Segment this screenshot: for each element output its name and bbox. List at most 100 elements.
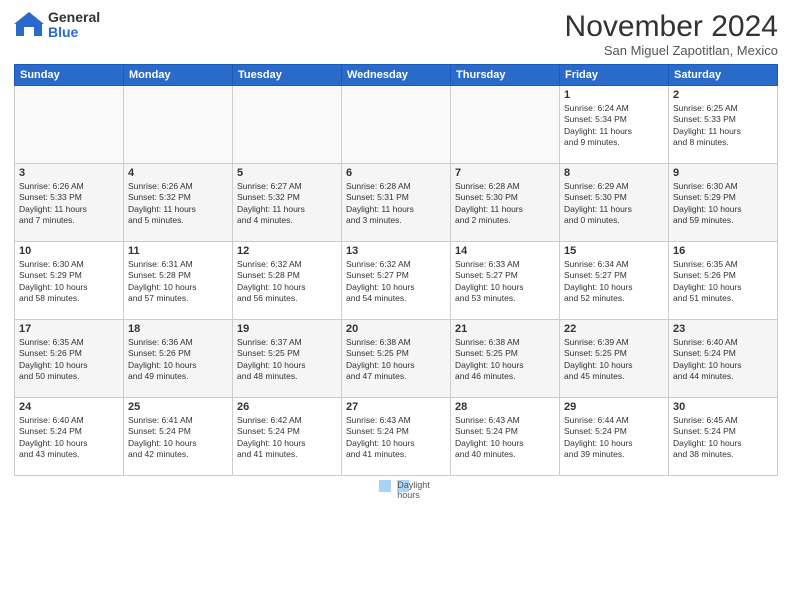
col-wednesday: Wednesday: [342, 65, 451, 86]
day-info: Sunrise: 6:45 AM Sunset: 5:24 PM Dayligh…: [673, 415, 773, 461]
day-info: Sunrise: 6:42 AM Sunset: 5:24 PM Dayligh…: [237, 415, 337, 461]
logo-general-text: General: [48, 10, 100, 25]
day-info: Sunrise: 6:29 AM Sunset: 5:30 PM Dayligh…: [564, 181, 664, 227]
table-row: 8 Sunrise: 6:29 AM Sunset: 5:30 PM Daylig…: [560, 164, 669, 242]
table-row: 18Sunrise: 6:36 AM Sunset: 5:26 PM Dayli…: [124, 320, 233, 398]
table-row: 15Sunrise: 6:34 AM Sunset: 5:27 PM Dayli…: [560, 242, 669, 320]
day-info: Sunrise: 6:43 AM Sunset: 5:24 PM Dayligh…: [346, 415, 446, 461]
day-info: Sunrise: 6:44 AM Sunset: 5:24 PM Dayligh…: [564, 415, 664, 461]
day-number: 8: [564, 167, 664, 179]
day-info: Sunrise: 6:28 AM Sunset: 5:31 PM Dayligh…: [346, 181, 446, 227]
month-title: November 2024: [565, 10, 778, 43]
day-number: 6: [346, 167, 446, 179]
logo-text: General Blue: [48, 10, 100, 41]
day-number: 19: [237, 323, 337, 335]
col-thursday: Thursday: [451, 65, 560, 86]
table-row: 10 Sunrise: 6:30 AM Sunset: 5:29 PM Dayli…: [15, 242, 124, 320]
logo-icon: [14, 10, 44, 40]
day-number: 22: [564, 323, 664, 335]
day-number: 28: [455, 401, 555, 413]
table-row: 27 Sunrise: 6:43 AM Sunset: 5:24 PM Dayli…: [342, 398, 451, 476]
calendar-week-row: 10 Sunrise: 6:30 AM Sunset: 5:29 PM Dayli…: [15, 242, 778, 320]
col-monday: Monday: [124, 65, 233, 86]
table-row: 3 Sunrise: 6:26 AM Sunset: 5:33 PM Daylig…: [15, 164, 124, 242]
day-info: Sunrise: 6:30 AM Sunset: 5:29 PM Dayligh…: [19, 259, 119, 305]
day-number: 25: [128, 401, 228, 413]
col-sunday: Sunday: [15, 65, 124, 86]
table-row: [451, 86, 560, 164]
table-row: 16Sunrise: 6:35 AM Sunset: 5:26 PM Dayli…: [669, 242, 778, 320]
table-row: 23 Sunrise: 6:40 AM Sunset: 5:24 PM Dayli…: [669, 320, 778, 398]
day-number: 15: [564, 245, 664, 257]
table-row: 20Sunrise: 6:38 AM Sunset: 5:25 PM Dayli…: [342, 320, 451, 398]
table-row: [124, 86, 233, 164]
title-block: November 2024 San Miguel Zapotitlan, Mex…: [565, 10, 778, 58]
col-saturday: Saturday: [669, 65, 778, 86]
calendar-table: Sunday Monday Tuesday Wednesday Thursday…: [14, 64, 778, 476]
day-info: Sunrise: 6:28 AM Sunset: 5:30 PM Dayligh…: [455, 181, 555, 227]
calendar-header-row: Sunday Monday Tuesday Wednesday Thursday…: [15, 65, 778, 86]
day-number: 1: [564, 89, 664, 101]
table-row: 22Sunrise: 6:39 AM Sunset: 5:25 PM Dayli…: [560, 320, 669, 398]
legend-text: Daylight hours: [397, 480, 409, 492]
day-number: 30: [673, 401, 773, 413]
table-row: 29 Sunrise: 6:44 AM Sunset: 5:24 PM Dayli…: [560, 398, 669, 476]
day-info: Sunrise: 6:26 AM Sunset: 5:32 PM Dayligh…: [128, 181, 228, 227]
day-number: 14: [455, 245, 555, 257]
day-info: Sunrise: 6:32 AM Sunset: 5:27 PM Dayligh…: [346, 259, 446, 305]
table-row: 25Sunrise: 6:41 AM Sunset: 5:24 PM Dayli…: [124, 398, 233, 476]
day-info: Sunrise: 6:40 AM Sunset: 5:24 PM Dayligh…: [673, 337, 773, 383]
day-info: Sunrise: 6:24 AM Sunset: 5:34 PM Dayligh…: [564, 103, 664, 149]
day-info: Sunrise: 6:26 AM Sunset: 5:33 PM Dayligh…: [19, 181, 119, 227]
table-row: 6 Sunrise: 6:28 AM Sunset: 5:31 PM Daylig…: [342, 164, 451, 242]
table-row: 7 Sunrise: 6:28 AM Sunset: 5:30 PM Daylig…: [451, 164, 560, 242]
table-row: [15, 86, 124, 164]
table-row: 14 Sunrise: 6:33 AM Sunset: 5:27 PM Dayli…: [451, 242, 560, 320]
table-row: 30 Sunrise: 6:45 AM Sunset: 5:24 PM Dayli…: [669, 398, 778, 476]
table-row: 13Sunrise: 6:32 AM Sunset: 5:27 PM Dayli…: [342, 242, 451, 320]
day-info: Sunrise: 6:40 AM Sunset: 5:24 PM Dayligh…: [19, 415, 119, 461]
day-number: 10: [19, 245, 119, 257]
day-info: Sunrise: 6:36 AM Sunset: 5:26 PM Dayligh…: [128, 337, 228, 383]
day-number: 29: [564, 401, 664, 413]
col-tuesday: Tuesday: [233, 65, 342, 86]
day-number: 17: [19, 323, 119, 335]
day-number: 23: [673, 323, 773, 335]
day-number: 9: [673, 167, 773, 179]
day-number: 20: [346, 323, 446, 335]
day-info: Sunrise: 6:27 AM Sunset: 5:32 PM Dayligh…: [237, 181, 337, 227]
day-number: 26: [237, 401, 337, 413]
day-info: Sunrise: 6:31 AM Sunset: 5:28 PM Dayligh…: [128, 259, 228, 305]
page: General Blue November 2024 San Miguel Za…: [0, 0, 792, 612]
table-row: 5Sunrise: 6:27 AM Sunset: 5:32 PM Daylig…: [233, 164, 342, 242]
day-number: 2: [673, 89, 773, 101]
table-row: 28 Sunrise: 6:43 AM Sunset: 5:24 PM Dayli…: [451, 398, 560, 476]
day-number: 16: [673, 245, 773, 257]
day-info: Sunrise: 6:30 AM Sunset: 5:29 PM Dayligh…: [673, 181, 773, 227]
table-row: 2 Sunrise: 6:25 AM Sunset: 5:33 PM Daylig…: [669, 86, 778, 164]
day-number: 7: [455, 167, 555, 179]
day-number: 12: [237, 245, 337, 257]
table-row: 26 Sunrise: 6:42 AM Sunset: 5:24 PM Dayli…: [233, 398, 342, 476]
calendar-week-row: 17Sunrise: 6:35 AM Sunset: 5:26 PM Dayli…: [15, 320, 778, 398]
table-row: [342, 86, 451, 164]
table-row: 4 Sunrise: 6:26 AM Sunset: 5:32 PM Daylig…: [124, 164, 233, 242]
day-number: 3: [19, 167, 119, 179]
calendar-week-row: 3 Sunrise: 6:26 AM Sunset: 5:33 PM Daylig…: [15, 164, 778, 242]
table-row: 24 Sunrise: 6:40 AM Sunset: 5:24 PM Dayli…: [15, 398, 124, 476]
day-number: 27: [346, 401, 446, 413]
table-row: 21Sunrise: 6:38 AM Sunset: 5:25 PM Dayli…: [451, 320, 560, 398]
day-info: Sunrise: 6:37 AM Sunset: 5:25 PM Dayligh…: [237, 337, 337, 383]
day-info: Sunrise: 6:25 AM Sunset: 5:33 PM Dayligh…: [673, 103, 773, 149]
col-friday: Friday: [560, 65, 669, 86]
day-info: Sunrise: 6:43 AM Sunset: 5:24 PM Dayligh…: [455, 415, 555, 461]
day-number: 4: [128, 167, 228, 179]
table-row: 17Sunrise: 6:35 AM Sunset: 5:26 PM Dayli…: [15, 320, 124, 398]
day-info: Sunrise: 6:33 AM Sunset: 5:27 PM Dayligh…: [455, 259, 555, 305]
logo: General Blue: [14, 10, 100, 41]
day-number: 24: [19, 401, 119, 413]
calendar-week-row: 24 Sunrise: 6:40 AM Sunset: 5:24 PM Dayli…: [15, 398, 778, 476]
logo-blue-text: Blue: [48, 25, 100, 40]
day-info: Sunrise: 6:38 AM Sunset: 5:25 PM Dayligh…: [455, 337, 555, 383]
calendar-week-row: 1 Sunrise: 6:24 AM Sunset: 5:34 PM Daylig…: [15, 86, 778, 164]
